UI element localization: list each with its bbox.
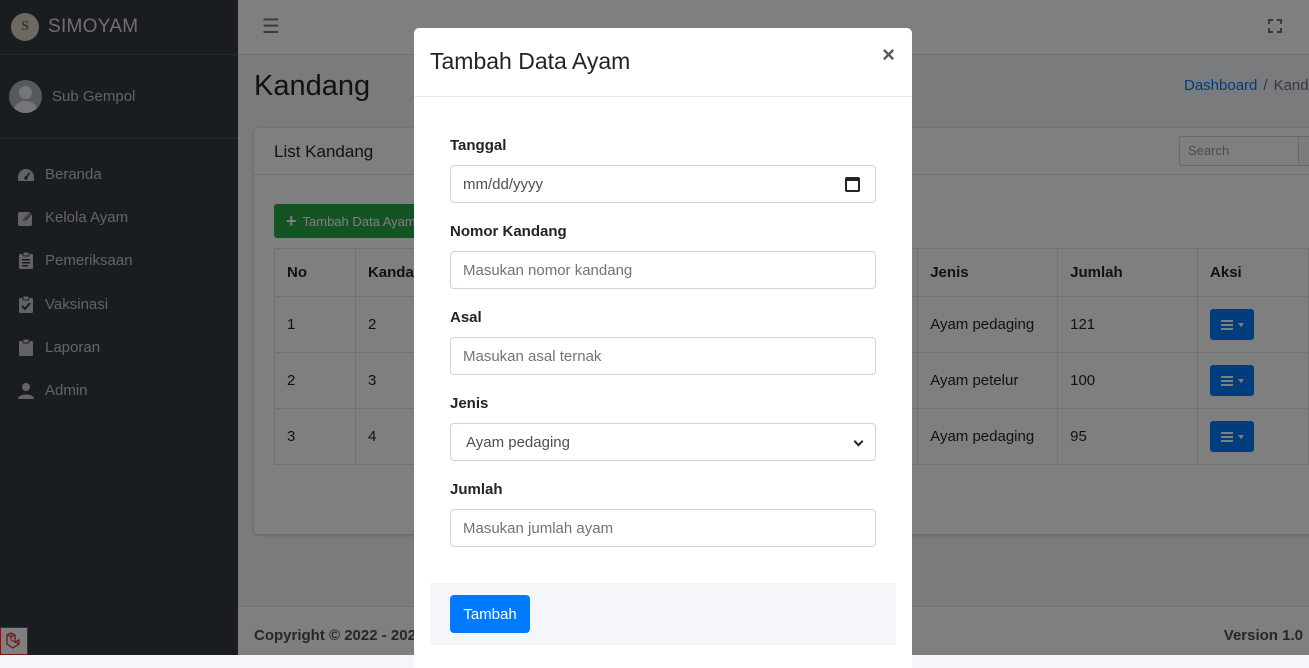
tanggal-value: mm/dd/yyyy [463, 175, 544, 193]
nomor-kandang-label: Nomor Kandang [450, 223, 567, 240]
nomor-kandang-input[interactable]: Masukan nomor kandang [450, 251, 876, 289]
close-icon[interactable]: × [882, 44, 895, 66]
chevron-down-icon [853, 436, 864, 447]
tanggal-date-input[interactable]: mm/dd/yyyy [450, 165, 876, 203]
modal-header: Tambah Data Ayam × [414, 28, 912, 97]
jenis-select[interactable]: Ayam pedaging [450, 423, 876, 461]
tambah-data-ayam-modal: Tambah Data Ayam × Tanggal mm/dd/yyyy No… [414, 28, 912, 668]
calendar-icon[interactable] [845, 177, 860, 192]
jumlah-label: Jumlah [450, 481, 503, 498]
asal-input[interactable]: Masukan asal ternak [450, 337, 876, 375]
asal-label: Asal [450, 309, 482, 326]
jenis-selected-value: Ayam pedaging [466, 433, 570, 451]
modal-footer: Tambah [430, 583, 896, 645]
jenis-label: Jenis [450, 395, 489, 412]
tanggal-label: Tanggal [450, 137, 507, 154]
tambah-submit-button[interactable]: Tambah [450, 595, 530, 633]
modal-title: Tambah Data Ayam [430, 48, 631, 74]
jumlah-input[interactable]: Masukan jumlah ayam [450, 509, 876, 547]
